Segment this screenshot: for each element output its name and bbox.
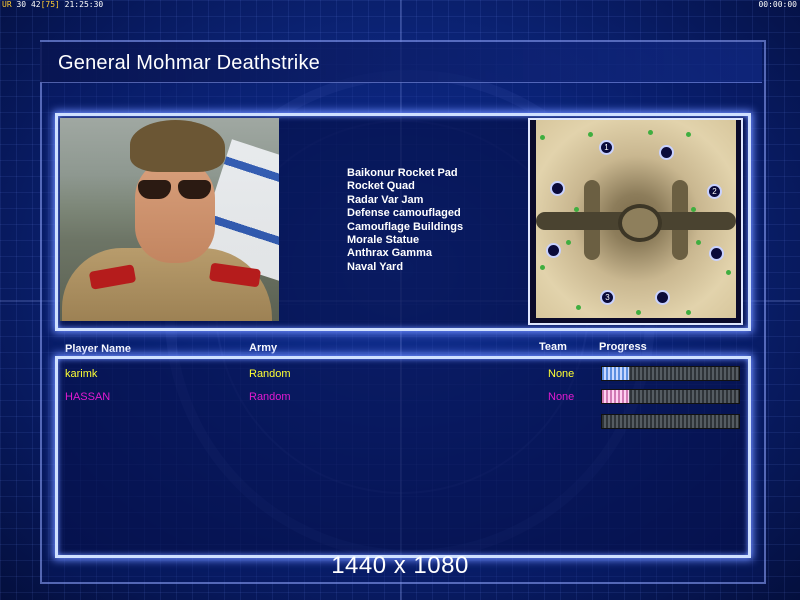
ability-item: Camouflage Buildings (347, 220, 464, 233)
loading-screen: UR 30 42[75] 21:25:30 00:00:00 General M… (0, 0, 800, 600)
map-tree (540, 135, 545, 140)
ability-item: Defense camouflaged (347, 207, 461, 220)
header-team: Team (539, 341, 567, 353)
player-name: HASSAN (65, 391, 111, 403)
player-army: Random (249, 368, 291, 380)
map-tree (726, 270, 731, 275)
player-name: karimk (65, 368, 98, 380)
ability-item: Baikonur Rocket Pad (347, 167, 458, 179)
map-tree (696, 240, 701, 245)
status-timer: 00:00:00 (758, 0, 797, 9)
map-tree (566, 240, 571, 245)
spawn-point (659, 145, 674, 160)
spawn-point-2: 2 (707, 184, 722, 199)
map-tree (686, 132, 691, 137)
minimap: 1 2 3 (536, 120, 736, 318)
status-value-a: 30 (16, 0, 27, 9)
ability-item: Anthrax Gamma (347, 247, 432, 260)
status-value-b: 42 (30, 0, 41, 9)
ability-item: Morale Statue (347, 234, 420, 247)
portrait-sunglasses (138, 180, 214, 200)
ability-item: Radar Var Jam (347, 193, 424, 206)
portrait-beret (130, 120, 225, 172)
spawn-point (709, 246, 724, 261)
map-tree (648, 130, 653, 135)
ability-item: Rocket Quad (347, 180, 415, 193)
map-center-crater (618, 204, 662, 242)
map-tree (540, 265, 545, 270)
progress-bar (601, 414, 740, 429)
map-tree (636, 310, 641, 315)
player-table (55, 356, 751, 558)
ability-item: Naval Yard (347, 260, 404, 273)
general-abilities-list: Baikonur Rocket Pad Rocket Quad Radar Va… (347, 167, 463, 274)
progress-fill (602, 390, 630, 403)
map-tree (574, 207, 579, 212)
progress-fill (602, 367, 630, 380)
spawn-point-1: 1 (599, 140, 614, 155)
player-team: None (548, 391, 575, 403)
resolution-label: 1440 x 1080 (331, 552, 469, 579)
status-bar: UR 30 42[75] 21:25:30 00:00:00 (0, 0, 800, 10)
page-title: General Mohmar Deathstrike (58, 52, 320, 74)
map-tree (691, 207, 696, 212)
player-army: Random (249, 391, 291, 403)
spawn-point (550, 181, 565, 196)
portrait-head (135, 158, 215, 263)
status-clock: 21:25:30 (64, 0, 104, 9)
spawn-point-3: 3 (600, 290, 615, 305)
status-left: UR 30 42[75] 21:25:30 (2, 0, 103, 9)
map-tree (588, 132, 593, 137)
map-tree (576, 305, 581, 310)
progress-bar (601, 389, 740, 404)
map-tree (686, 310, 691, 315)
player-team: None (548, 368, 575, 380)
header-progress: Progress (599, 341, 647, 353)
progress-bar (601, 366, 740, 381)
spawn-point (546, 243, 561, 258)
spawn-point (655, 290, 670, 305)
general-portrait (60, 118, 279, 321)
status-value-c: [75] (40, 0, 60, 9)
header-player-name: Player Name (65, 343, 132, 355)
status-label: UR (2, 0, 12, 9)
header-army: Army (249, 342, 278, 354)
